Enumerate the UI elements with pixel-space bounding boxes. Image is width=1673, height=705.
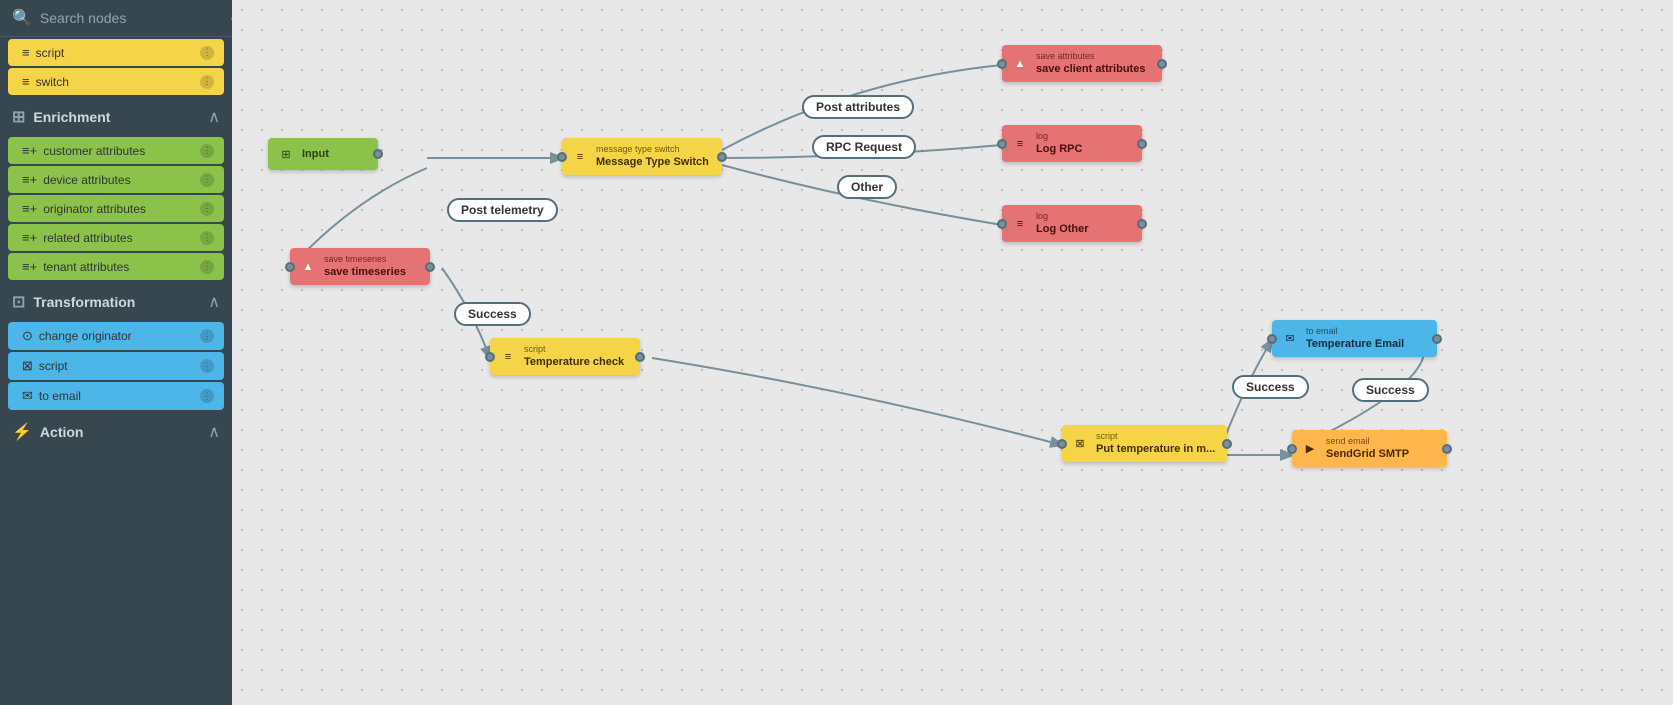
sidebar-item-switch-top[interactable]: ≡ switch ⋮ (8, 68, 224, 95)
conn-right-save-attrs (1157, 59, 1167, 69)
flow-node-temp-check[interactable]: ≡ script Temperature check (490, 338, 640, 375)
conn-left-save-ts (285, 262, 295, 272)
canvas: ⊞ Input ≡ message type switch Message Ty… (232, 0, 1673, 705)
drag-handle: ⋮ (200, 202, 214, 216)
drag-handle: ⋮ (200, 389, 214, 403)
search-input[interactable] (40, 10, 221, 26)
connections-svg (232, 0, 1673, 705)
switch-icon: ≡ (22, 74, 30, 89)
save-ts-icon: ▲ (298, 257, 318, 277)
conn-right-msg-switch (717, 152, 727, 162)
transformation-nodes: ⊙ change originator ⋮ ⊠ script ⋮ ✉ to em… (0, 320, 232, 412)
conn-right-put-temp (1222, 439, 1232, 449)
orig-attr-icon: ≡+ (22, 201, 37, 216)
drag-handle: ⋮ (200, 46, 214, 60)
drag-handle: ⋮ (200, 144, 214, 158)
flow-node-save-client-attrs[interactable]: ▲ save attributes save client attributes (1002, 45, 1162, 82)
sidebar-item-script-transform[interactable]: ⊠ script ⋮ (8, 352, 224, 380)
related-attr-icon: ≡+ (22, 230, 37, 245)
conn-left-put-temp (1057, 439, 1067, 449)
temp-email-icon: ✉ (1280, 329, 1300, 349)
change-orig-icon: ⊙ (22, 328, 33, 344)
action-icon: ⚡ (12, 422, 32, 442)
input-icon: ⊞ (276, 144, 296, 164)
to-email-icon: ✉ (22, 388, 33, 404)
flow-node-log-other[interactable]: ≡ log Log Other (1002, 205, 1142, 242)
sidebar-item-device-attributes[interactable]: ≡+ device attributes ⋮ (8, 166, 224, 193)
edge-label-success-2: Success (1232, 375, 1309, 399)
drag-handle: ⋮ (200, 75, 214, 89)
search-icon: 🔍 (12, 8, 32, 28)
device-attr-icon: ≡+ (22, 172, 37, 187)
collapse-sidebar-button[interactable]: ❮ (229, 8, 232, 28)
sendgrid-icon: ▶ (1300, 439, 1320, 459)
drag-handle: ⋮ (200, 260, 214, 274)
customer-attr-icon: ≡+ (22, 143, 37, 158)
sidebar-item-to-email[interactable]: ✉ to email ⋮ (8, 382, 224, 410)
flow-node-msg-switch[interactable]: ≡ message type switch Message Type Switc… (562, 138, 722, 175)
conn-right-temp-check (635, 352, 645, 362)
conn-left-msg-switch (557, 152, 567, 162)
action-section-header[interactable]: ⚡ Action ∧ (0, 412, 232, 450)
conn-right-log-rpc (1137, 139, 1147, 149)
conn-left-log-rpc (997, 139, 1007, 149)
conn-left-temp-email (1267, 334, 1277, 344)
flow-node-save-timeseries[interactable]: ▲ save timeseries save timeseries (290, 248, 430, 285)
edge-label-success-3: Success (1352, 378, 1429, 402)
sidebar-item-customer-attributes[interactable]: ≡+ customer attributes ⋮ (8, 137, 224, 164)
enrichment-section-header[interactable]: ⊞ Enrichment ∧ (0, 97, 232, 135)
temp-check-icon: ≡ (498, 347, 518, 367)
edge-label-rpc-request: RPC Request (812, 135, 916, 159)
drag-handle: ⋮ (200, 329, 214, 343)
script-transform-icon: ⊠ (22, 358, 33, 374)
conn-right-save-ts (425, 262, 435, 272)
log-other-icon: ≡ (1010, 214, 1030, 234)
drag-handle: ⋮ (200, 359, 214, 373)
edge-label-post-telemetry: Post telemetry (447, 198, 558, 222)
sidebar-item-tenant-attributes[interactable]: ≡+ tenant attributes ⋮ (8, 253, 224, 280)
flow-node-put-temp[interactable]: ⊠ script Put temperature in m... (1062, 425, 1227, 462)
conn-right-temp-email (1432, 334, 1442, 344)
log-rpc-icon: ≡ (1010, 134, 1030, 154)
flow-node-sendgrid[interactable]: ▶ send email SendGrid SMTP (1292, 430, 1447, 467)
sidebar-item-related-attributes[interactable]: ≡+ related attributes ⋮ (8, 224, 224, 251)
enrichment-nodes: ≡+ customer attributes ⋮ ≡+ device attri… (0, 135, 232, 282)
conn-right-sendgrid (1442, 444, 1452, 454)
conn-right-log-other (1137, 219, 1147, 229)
save-attrs-icon: ▲ (1010, 54, 1030, 74)
conn-left-log-other (997, 219, 1007, 229)
conn-left-sendgrid (1287, 444, 1297, 454)
flow-node-temp-email[interactable]: ✉ to email Temperature Email (1272, 320, 1437, 357)
conn-right-input (373, 149, 383, 159)
edge-label-success-1: Success (454, 302, 531, 326)
tenant-attr-icon: ≡+ (22, 259, 37, 274)
sidebar-item-script-top[interactable]: ≡ script ⋮ (8, 39, 224, 66)
conn-left-temp-check (485, 352, 495, 362)
drag-handle: ⋮ (200, 231, 214, 245)
edge-label-other: Other (837, 175, 897, 199)
sidebar-item-originator-attributes[interactable]: ≡+ originator attributes ⋮ (8, 195, 224, 222)
edge-label-post-attributes: Post attributes (802, 95, 914, 119)
sidebar-item-change-originator[interactable]: ⊙ change originator ⋮ (8, 322, 224, 350)
put-temp-icon: ⊠ (1070, 434, 1090, 454)
enrichment-icon: ⊞ (12, 107, 25, 127)
flow-node-log-rpc[interactable]: ≡ log Log RPC (1002, 125, 1142, 162)
transformation-collapse-button[interactable]: ∧ (208, 292, 220, 312)
transformation-icon: ⊡ (12, 292, 25, 312)
script-icon: ≡ (22, 45, 30, 60)
drag-handle: ⋮ (200, 173, 214, 187)
top-nodes-section: ≡ script ⋮ ≡ switch ⋮ (0, 37, 232, 97)
transformation-section-header[interactable]: ⊡ Transformation ∧ (0, 282, 232, 320)
conn-left-save-attrs (997, 59, 1007, 69)
sidebar: 🔍 ❮ ≡ script ⋮ ≡ switch ⋮ ⊞ Enrichment ∧ (0, 0, 232, 705)
msg-switch-icon: ≡ (570, 147, 590, 167)
enrichment-collapse-button[interactable]: ∧ (208, 107, 220, 127)
action-collapse-button[interactable]: ∧ (208, 422, 220, 442)
flow-node-input[interactable]: ⊞ Input (268, 138, 378, 170)
search-bar[interactable]: 🔍 ❮ (0, 0, 232, 37)
